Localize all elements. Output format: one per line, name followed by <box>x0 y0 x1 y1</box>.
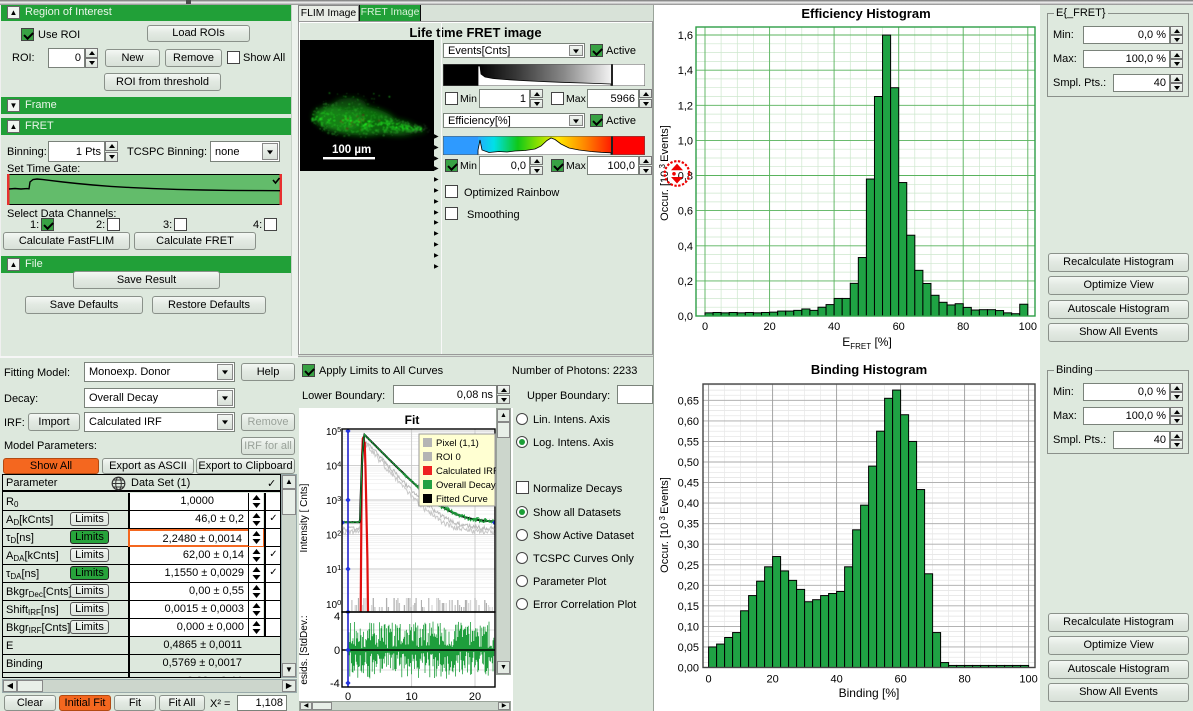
svg-text:0,05: 0,05 <box>678 642 699 654</box>
svg-text:100: 100 <box>1019 321 1037 333</box>
svg-text:Binding [%]: Binding [%] <box>839 686 900 700</box>
svg-text:Efficiency Histogram: Efficiency Histogram <box>801 6 930 21</box>
svg-text:4: 4 <box>334 611 340 623</box>
svg-text:0,20: 0,20 <box>678 580 699 592</box>
svg-text:0,55: 0,55 <box>678 436 699 448</box>
svg-text:0,6: 0,6 <box>678 206 693 218</box>
svg-text:Binding Histogram: Binding Histogram <box>811 362 927 377</box>
svg-text:0: 0 <box>334 645 340 657</box>
svg-text:Pixel (1,1): Pixel (1,1) <box>436 438 479 449</box>
svg-text:20: 20 <box>766 674 778 686</box>
svg-text:Fitted Curve: Fitted Curve <box>436 494 488 505</box>
svg-text:ROI 0: ROI 0 <box>436 452 461 463</box>
svg-text:Intensity [ Cnts]: Intensity [ Cnts] <box>299 483 310 552</box>
svg-text:0: 0 <box>702 321 708 333</box>
svg-text:0,8: 0,8 <box>678 171 693 183</box>
svg-text:0,45: 0,45 <box>678 478 699 490</box>
svg-text:0,65: 0,65 <box>678 395 699 407</box>
svg-text:1,2: 1,2 <box>678 100 693 112</box>
svg-text:40: 40 <box>828 321 840 333</box>
svg-text:0,4: 0,4 <box>678 241 693 253</box>
svg-text:80: 80 <box>958 674 970 686</box>
svg-text:0,2: 0,2 <box>678 276 693 288</box>
svg-text:60: 60 <box>893 321 905 333</box>
svg-text:60: 60 <box>894 674 906 686</box>
svg-text:0,15: 0,15 <box>678 601 699 613</box>
svg-text:0,25: 0,25 <box>678 560 699 572</box>
svg-text:40: 40 <box>830 674 842 686</box>
svg-text:0,10: 0,10 <box>678 621 699 633</box>
svg-text:0,50: 0,50 <box>678 457 699 469</box>
svg-text:100: 100 <box>1019 674 1037 686</box>
svg-text:0: 0 <box>706 674 712 686</box>
svg-text:1,0: 1,0 <box>678 135 693 147</box>
svg-text:1,4: 1,4 <box>678 65 693 77</box>
svg-text:-4: -4 <box>330 678 340 690</box>
svg-text:0,00: 0,00 <box>678 663 699 675</box>
svg-text:Occur. [10 3 Events]: Occur. [10 3 Events] <box>658 125 671 221</box>
svg-text:0,35: 0,35 <box>678 519 699 531</box>
svg-text:80: 80 <box>957 321 969 333</box>
svg-text:0,30: 0,30 <box>678 539 699 551</box>
svg-text:0,0: 0,0 <box>678 311 693 323</box>
svg-text:Calculated IRF: Calculated IRF <box>436 466 499 477</box>
svg-text:Overall Decay: Overall Decay <box>436 480 496 491</box>
svg-text:1,6: 1,6 <box>678 30 693 42</box>
svg-text:Occur. [10 3 Events]: Occur. [10 3 Events] <box>658 477 671 573</box>
svg-text:Fit: Fit <box>405 413 420 427</box>
svg-text:esids. [StdDev.:: esids. [StdDev.: <box>299 615 310 684</box>
svg-text:0,40: 0,40 <box>678 498 699 510</box>
svg-text:0,60: 0,60 <box>678 416 699 428</box>
svg-text:20: 20 <box>763 321 775 333</box>
svg-text:100 µm: 100 µm <box>332 144 371 156</box>
